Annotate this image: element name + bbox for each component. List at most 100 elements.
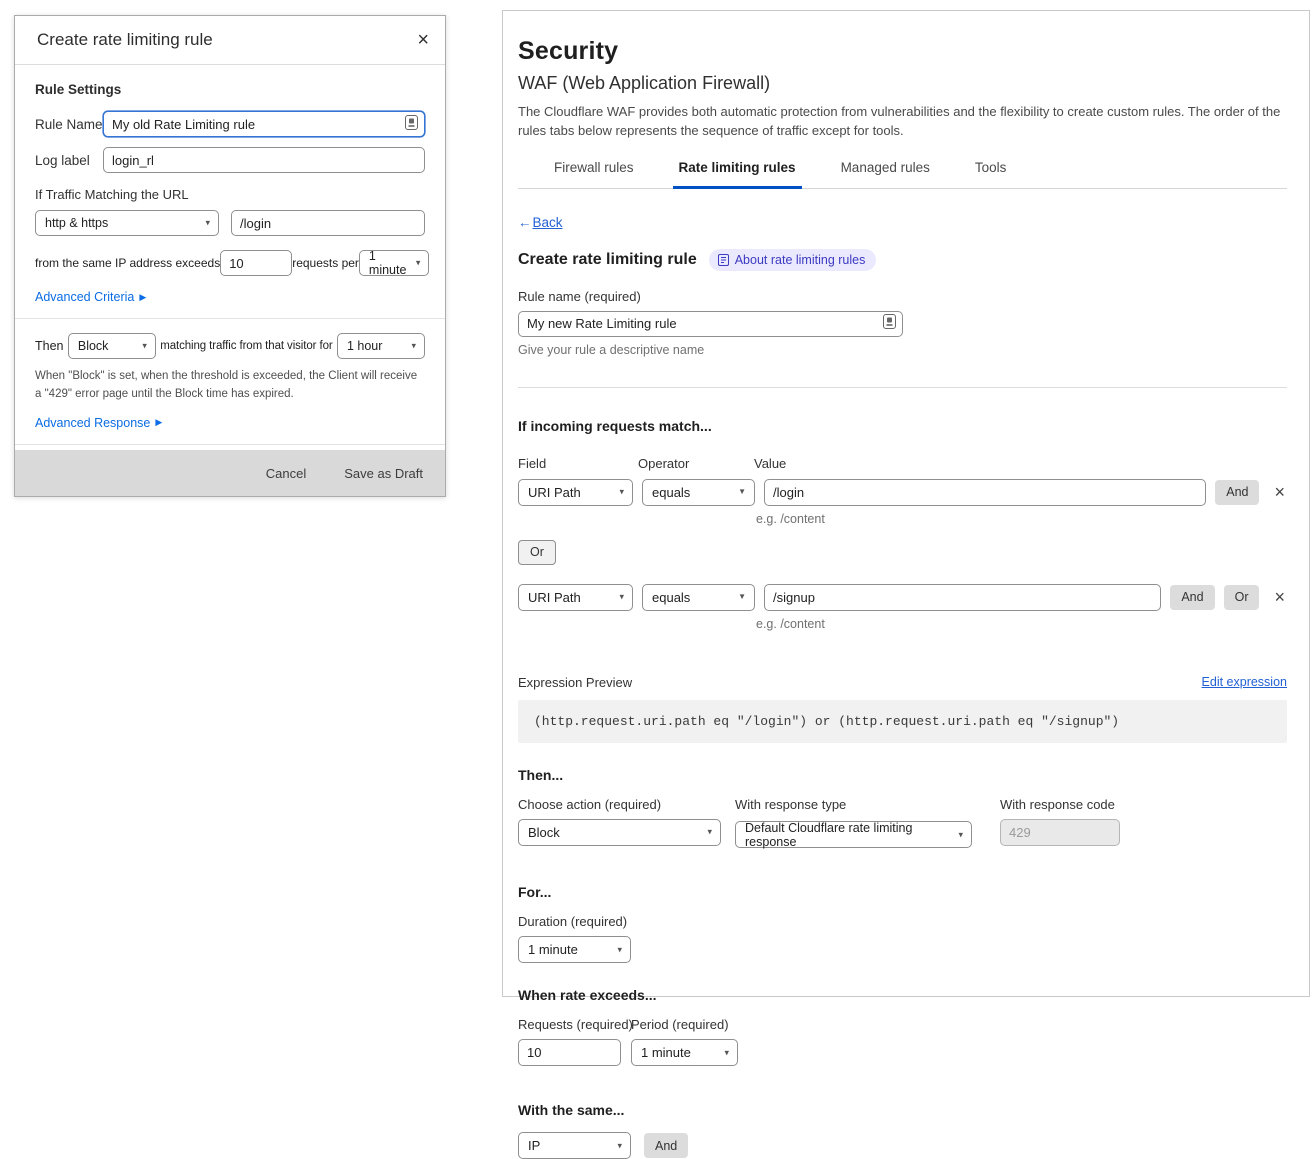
duration-value: 1 hour: [347, 339, 382, 353]
chevron-down-icon: ▾: [619, 593, 624, 602]
scheme-value: http & https: [45, 216, 108, 230]
response-type-value: Default Cloudflare rate limiting respons…: [745, 821, 949, 849]
waf-description: The Cloudflare WAF provides both automat…: [518, 103, 1283, 141]
operator-value: equals: [652, 590, 690, 605]
duration-select[interactable]: 1 minute ▾: [518, 936, 631, 963]
chevron-down-icon: ▼: [738, 488, 746, 496]
tab-tools[interactable]: Tools: [969, 160, 1013, 189]
action-value: Block: [528, 825, 560, 840]
modal-header: Create rate limiting rule ×: [15, 16, 445, 65]
page-subtitle: WAF (Web Application Firewall): [518, 73, 1287, 94]
close-icon[interactable]: ×: [417, 30, 429, 50]
log-label-input[interactable]: [103, 147, 425, 173]
chevron-down-icon: ▾: [205, 219, 210, 228]
tab-firewall-rules[interactable]: Firewall rules: [548, 160, 640, 189]
period-value: 1 minute: [369, 249, 407, 277]
characteristic-select[interactable]: IP ▾: [518, 1132, 631, 1159]
chevron-down-icon: ▾: [724, 1048, 729, 1057]
rule-name-input[interactable]: [518, 311, 903, 337]
response-code-label: With response code: [1000, 797, 1120, 812]
response-code-input: [1000, 819, 1120, 846]
requests-input[interactable]: [220, 250, 292, 276]
remove-condition-icon[interactable]: ×: [1272, 483, 1287, 501]
rule-name-input[interactable]: [103, 111, 425, 137]
action-value: Block: [78, 339, 109, 353]
rule-name-help: Give your rule a descriptive name: [518, 343, 1287, 357]
requests-per-text: requests per: [292, 256, 359, 270]
chevron-down-icon: ▾: [142, 342, 147, 351]
duration-select[interactable]: 1 hour ▾: [337, 333, 425, 359]
chevron-down-icon: ▾: [619, 488, 624, 497]
field-value: URI Path: [528, 485, 581, 500]
then-label: Then: [35, 339, 64, 353]
advanced-response-label: Advanced Response: [35, 416, 150, 430]
advanced-criteria-link[interactable]: Advanced Criteria ▶: [35, 290, 146, 304]
operator-value: equals: [652, 485, 690, 500]
modal-title: Create rate limiting rule: [37, 30, 213, 50]
action-select[interactable]: Block ▾: [68, 333, 156, 359]
value-label: Value: [754, 456, 786, 471]
waf-tabs: Firewall rules Rate limiting rules Manag…: [518, 160, 1287, 189]
response-type-select[interactable]: Default Cloudflare rate limiting respons…: [735, 821, 972, 848]
operator-select[interactable]: equals ▼: [642, 584, 755, 611]
requests-input[interactable]: [518, 1039, 621, 1066]
arrow-left-icon: ←: [518, 215, 532, 230]
create-rate-limit-modal: Create rate limiting rule × Rule Setting…: [14, 15, 446, 497]
page-title: Security: [518, 37, 1287, 66]
field-select[interactable]: URI Path ▾: [518, 479, 633, 506]
about-rate-limiting-badge[interactable]: About rate limiting rules: [709, 249, 877, 271]
duration-label: Duration (required): [518, 914, 1287, 929]
divider: [518, 387, 1287, 388]
rule-name-label: Rule name (required): [518, 289, 1287, 304]
value-input[interactable]: [764, 479, 1206, 506]
advanced-response-link[interactable]: Advanced Response ▶: [35, 416, 162, 430]
period-value: 1 minute: [641, 1045, 691, 1060]
rate-exceeds-heading: When rate exceeds...: [518, 987, 1287, 1003]
scheme-select[interactable]: http & https ▾: [35, 210, 219, 236]
and-button[interactable]: And: [1170, 585, 1214, 610]
period-select[interactable]: 1 minute ▾: [631, 1039, 738, 1066]
advanced-criteria-label: Advanced Criteria: [35, 290, 134, 304]
or-button[interactable]: Or: [518, 540, 556, 565]
characteristic-value: IP: [528, 1138, 540, 1153]
and-button[interactable]: And: [1215, 480, 1259, 505]
doc-icon: [718, 254, 729, 266]
remove-condition-icon[interactable]: ×: [1272, 588, 1287, 606]
save-as-draft-button[interactable]: Save as Draft: [344, 466, 423, 481]
expression-preview: (http.request.uri.path eq "/login") or (…: [518, 700, 1287, 743]
chevron-down-icon: ▾: [958, 830, 963, 839]
cancel-button[interactable]: Cancel: [266, 466, 306, 481]
tab-rate-limiting-rules[interactable]: Rate limiting rules: [673, 160, 802, 189]
or-button[interactable]: Or: [1224, 585, 1260, 610]
condition-row: URI Path ▾ equals ▼ And Or ×: [518, 584, 1287, 611]
requests-label: Requests (required): [518, 1017, 621, 1032]
chevron-down-icon: ▾: [411, 342, 416, 351]
duration-value: 1 minute: [528, 942, 578, 957]
chevron-down-icon: ▼: [738, 593, 746, 601]
autofill-icon[interactable]: [883, 314, 896, 334]
value-input[interactable]: [764, 584, 1161, 611]
response-type-label: With response type: [735, 797, 972, 812]
and-button[interactable]: And: [644, 1133, 688, 1158]
chevron-down-icon: ▾: [707, 828, 712, 837]
modal-footer: Cancel Save as Draft: [15, 450, 445, 496]
period-select[interactable]: 1 minute ▾: [359, 250, 430, 276]
exceeds-text: from the same IP address exceeds: [35, 256, 220, 270]
action-select[interactable]: Block ▾: [518, 819, 721, 846]
operator-select[interactable]: equals ▼: [642, 479, 755, 506]
url-input[interactable]: [231, 210, 425, 236]
back-link[interactable]: ← Back: [518, 215, 563, 230]
create-rule-heading: Create rate limiting rule: [518, 251, 697, 269]
block-note: When "Block" is set, when the threshold …: [35, 368, 425, 404]
rule-name-label: Rule Name: [35, 117, 103, 132]
edit-expression-link[interactable]: Edit expression: [1202, 675, 1287, 689]
period-label: Period (required): [631, 1017, 729, 1032]
autofill-icon[interactable]: [405, 115, 418, 133]
value-hint: e.g. /content: [756, 617, 1287, 631]
modal-body: Rule Settings Rule Name Log label If Tra…: [15, 65, 445, 450]
field-select[interactable]: URI Path ▾: [518, 584, 633, 611]
tab-managed-rules[interactable]: Managed rules: [835, 160, 936, 189]
traffic-match-label: If Traffic Matching the URL: [35, 187, 425, 202]
rule-settings-heading: Rule Settings: [35, 82, 425, 97]
log-label-label: Log label: [35, 153, 103, 168]
